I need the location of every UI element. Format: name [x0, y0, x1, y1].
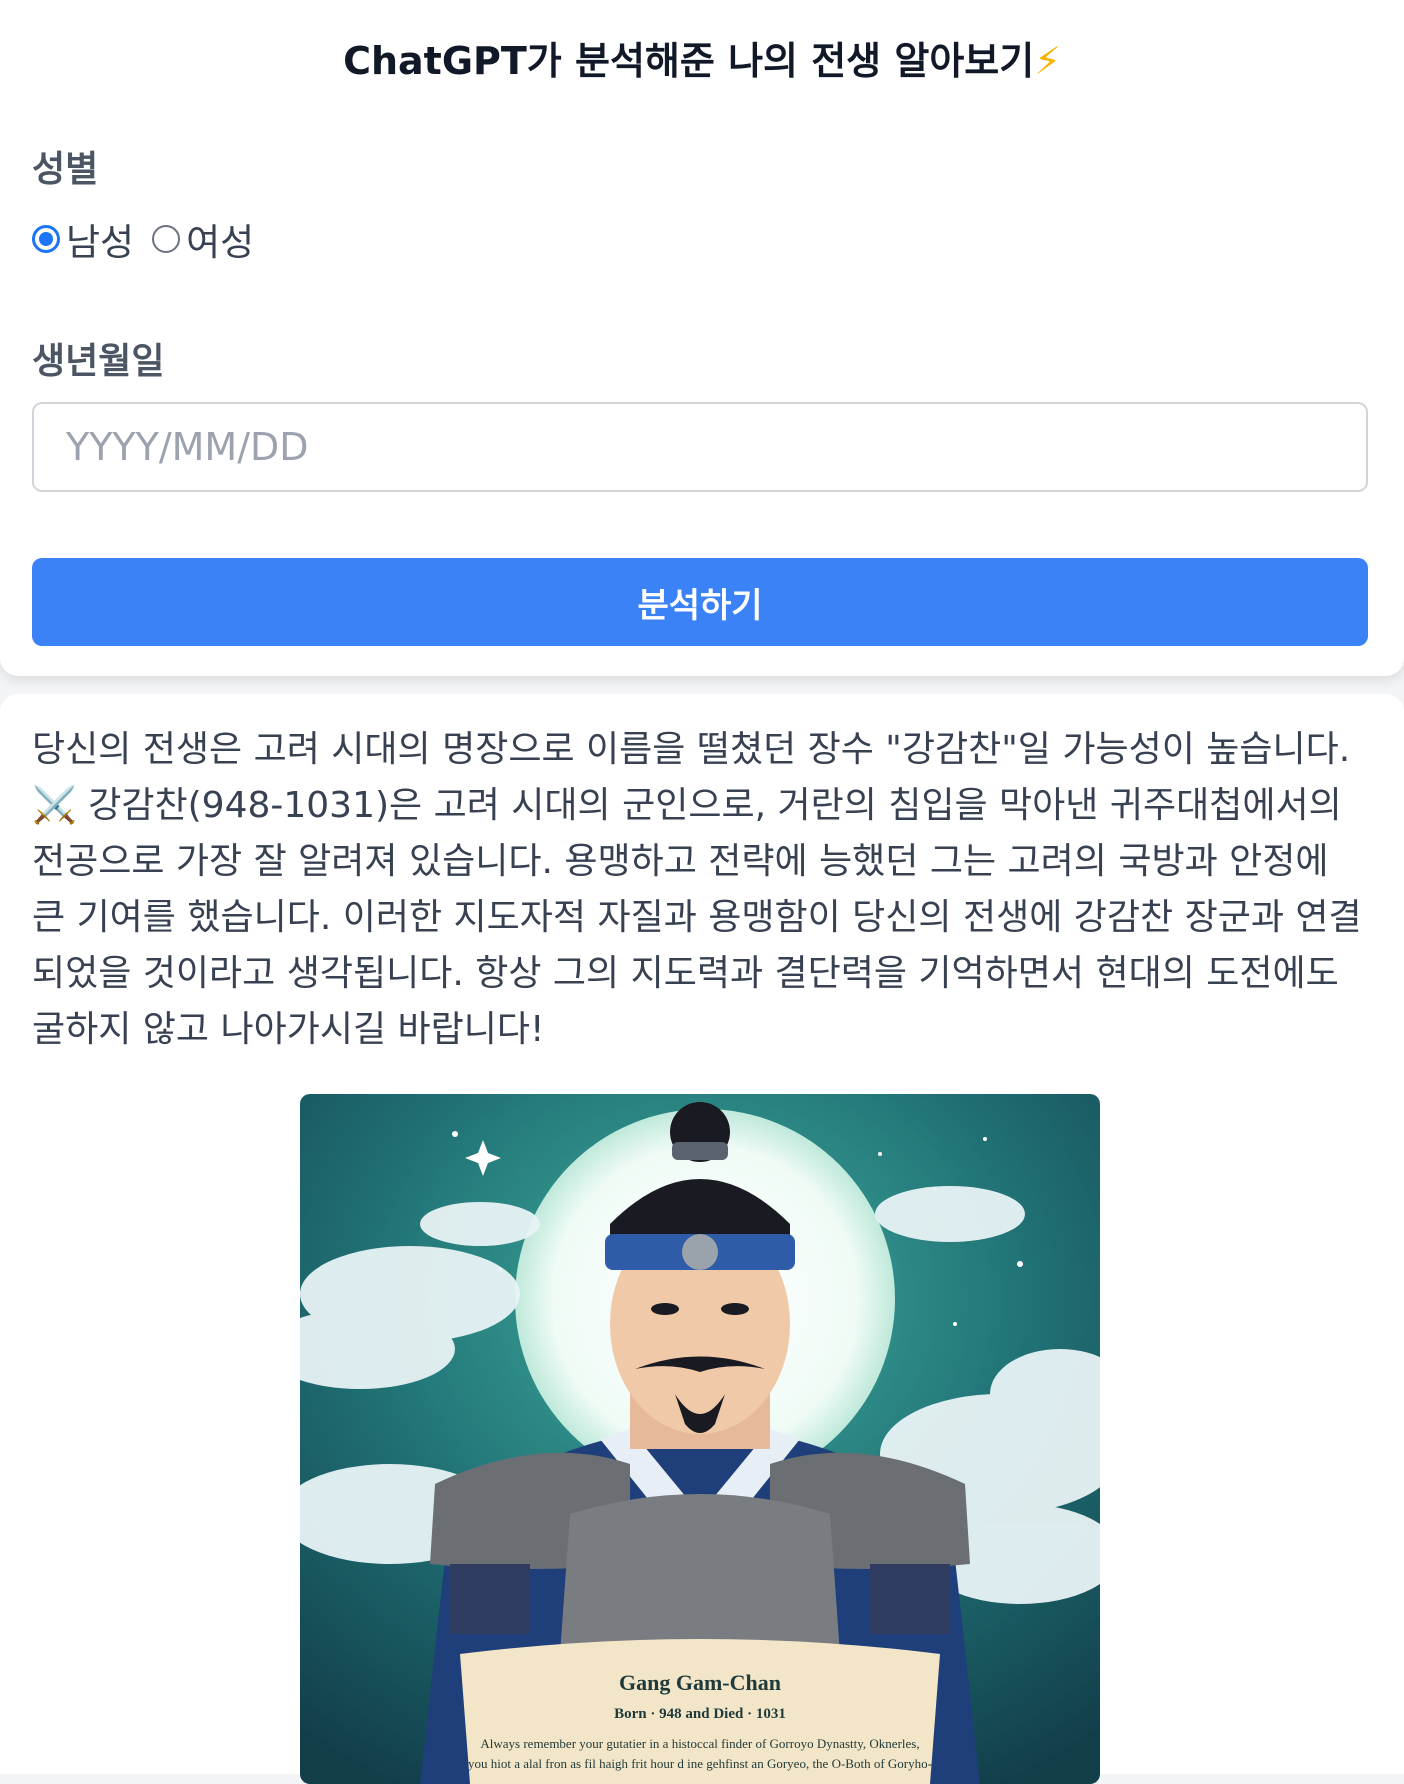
general-portrait-image: Gang Gam-Chan Born · 948 and Died · 1031…	[300, 1094, 1100, 1784]
birthdate-input[interactable]	[32, 402, 1368, 492]
scroll-line-1: Always remember your gutatier in a histo…	[480, 1736, 919, 1751]
page-title: ChatGPT가 분석해준 나의 전생 알아보기⚡	[0, 30, 1404, 85]
female-radio[interactable]	[152, 225, 181, 253]
scroll-line-2: you hiot a alal fron as fil haigh frit h…	[468, 1756, 932, 1771]
scroll-subtitle: Born · 948 and Died · 1031	[614, 1706, 786, 1722]
male-radio-label[interactable]: 남성	[66, 212, 134, 266]
result-card: 당신의 전생은 고려 시대의 명장으로 이름을 떨쳤던 장수 "강감찬"일 가능…	[0, 694, 1404, 1784]
male-radio[interactable]	[32, 225, 60, 253]
page-title-text: ChatGPT가 분석해준 나의 전생 알아보기	[343, 39, 1035, 83]
result-text: 당신의 전생은 고려 시대의 명장으로 이름을 떨쳤던 장수 "강감찬"일 가능…	[32, 729, 1362, 1050]
female-radio-label[interactable]: 여성	[186, 212, 254, 266]
gender-radio-group: 남성 여성	[32, 214, 272, 264]
scroll-title: Gang Gam-Chan	[619, 1670, 781, 1695]
birthdate-label: 생년월일	[32, 341, 165, 382]
gender-label: 성별	[32, 149, 99, 190]
analyze-button[interactable]: 분석하기	[32, 558, 1368, 646]
lightning-icon: ⚡	[1034, 39, 1061, 83]
input-form-card: ChatGPT가 분석해준 나의 전생 알아보기⚡ 성별 남성 여성 생년월일 …	[0, 0, 1404, 676]
